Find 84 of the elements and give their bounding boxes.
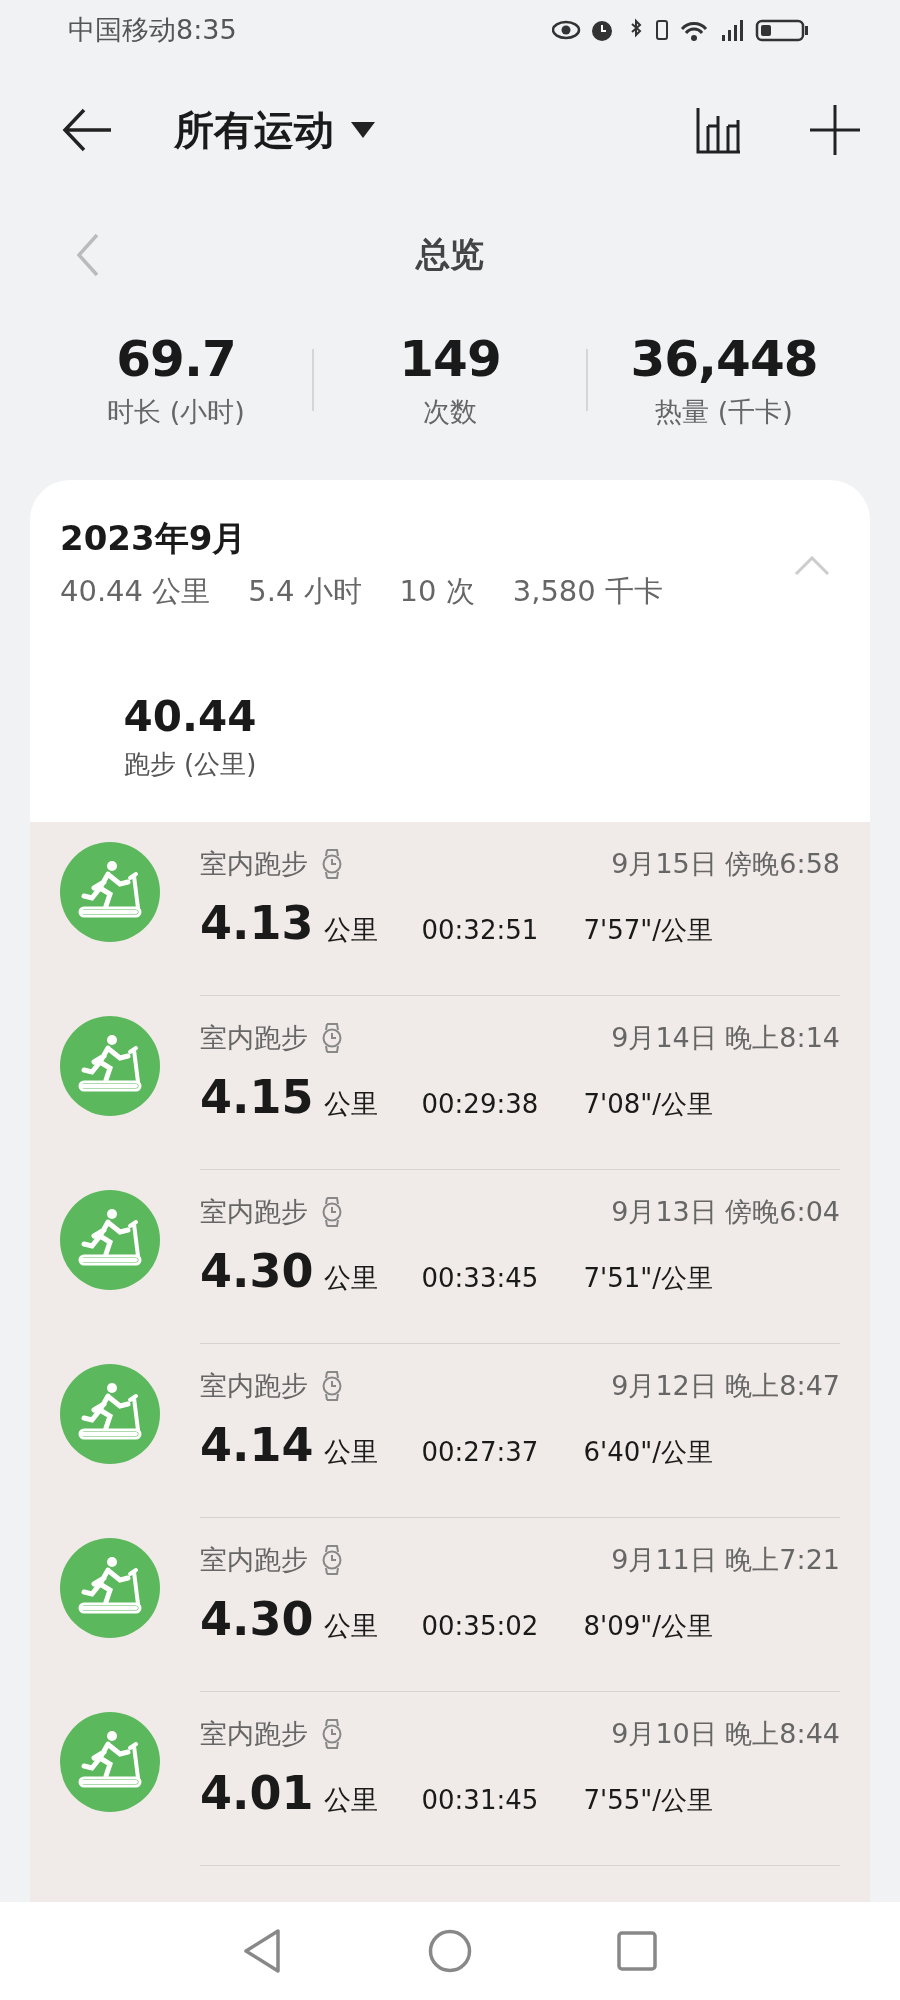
vibrate-icon	[656, 20, 668, 40]
watch-icon	[322, 1545, 342, 1575]
battery-icon	[755, 19, 808, 42]
workout-row[interactable]: 室内跑步 9月12日 晚上8:47 4.14 公里 00:27:37 6'40"/公里	[30, 1344, 870, 1518]
treadmill-runner-icon	[60, 842, 160, 942]
treadmill-runner-icon	[60, 1538, 160, 1638]
workout-row[interactable]: 室内跑步 9月15日 傍晚6:58 4.13 公里 00:32:51 7'57"/公里	[30, 822, 870, 996]
stat-value: 36,448	[630, 330, 818, 388]
total-label: 跑步 (公里)	[123, 748, 257, 781]
workout-date: 9月13日 傍晚6:04	[611, 1195, 840, 1229]
workout-type: 室内跑步	[200, 1717, 308, 1751]
wifi-icon	[680, 22, 708, 41]
dropdown-triangle-icon[interactable]	[350, 121, 376, 139]
status-carrier-time: 中国移动8:35	[68, 13, 237, 47]
workout-date: 9月15日 傍晚6:58	[611, 847, 840, 881]
page-title[interactable]: 所有运动	[174, 102, 334, 158]
workout-duration: 00:27:37	[421, 1437, 540, 1467]
workout-row[interactable]: 室内跑步 9月14日 晚上8:14 4.15 公里 00:29:38 7'08"/公里	[30, 996, 870, 1170]
alarm-icon	[592, 21, 612, 41]
workout-distance: 4.14	[200, 1418, 314, 1472]
watch-icon	[322, 1719, 342, 1749]
workout-distance: 4.13	[200, 896, 314, 950]
treadmill-runner-icon	[60, 1712, 160, 1812]
watch-icon	[322, 1023, 342, 1053]
workout-distance: 4.01	[200, 1766, 314, 1820]
distance-unit: 公里	[323, 913, 379, 947]
distance-unit: 公里	[323, 1435, 379, 1469]
workout-type: 室内跑步	[200, 1543, 308, 1577]
bar-chart-icon[interactable]	[696, 106, 742, 154]
workout-row[interactable]: 室内跑步 9月10日 晚上8:44 4.01 公里 00:31:45 7'55"/公里	[30, 1692, 870, 1866]
workout-distance: 4.30	[200, 1592, 314, 1646]
workout-pace: 6'40"/公里	[583, 1436, 713, 1469]
month-summary: 40.44 公里	[60, 573, 211, 610]
stat-value: 149	[399, 330, 501, 388]
signal-icon	[722, 20, 743, 41]
workout-date: 9月12日 晚上8:47	[611, 1369, 840, 1403]
overview-title: 总览	[416, 233, 484, 276]
treadmill-runner-icon	[60, 1016, 160, 1116]
month-title: 2023年9月	[60, 517, 248, 560]
watch-icon	[322, 849, 342, 879]
back-triangle-icon[interactable]	[243, 1928, 283, 1974]
workout-duration: 00:31:45	[421, 1785, 540, 1815]
workout-row[interactable]: 室内跑步 9月11日 晚上7:21 4.30 公里 00:35:02 8'09"/公里	[30, 1518, 870, 1692]
eye-icon	[552, 20, 581, 40]
workout-pace: 7'57"/公里	[583, 914, 713, 947]
month-summary: 5.4 小时	[248, 573, 362, 610]
workout-date: 9月11日 晚上7:21	[611, 1543, 840, 1577]
workout-date: 9月10日 晚上8:44	[611, 1717, 840, 1751]
workout-pace: 7'55"/公里	[583, 1784, 713, 1817]
distance-unit: 公里	[323, 1783, 379, 1817]
recent-apps-square-icon[interactable]	[617, 1931, 657, 1971]
workout-row[interactable]: 室内跑步 9月13日 傍晚6:04 4.30 公里 00:33:45 7'51"/公里	[30, 1170, 870, 1344]
workout-pace: 8'09"/公里	[583, 1610, 713, 1643]
workout-distance: 4.15	[200, 1070, 314, 1124]
workout-duration: 00:33:45	[421, 1263, 540, 1293]
workout-pace: 7'51"/公里	[583, 1262, 713, 1295]
watch-icon	[322, 1371, 342, 1401]
distance-unit: 公里	[323, 1261, 379, 1295]
workout-duration: 00:29:38	[421, 1089, 540, 1119]
workout-type: 室内跑步	[200, 1369, 308, 1403]
treadmill-runner-icon	[60, 1364, 160, 1464]
workout-type: 室内跑步	[200, 1195, 308, 1229]
workout-duration: 00:32:51	[421, 915, 540, 945]
workout-type: 室内跑步	[200, 847, 308, 881]
workout-duration: 00:35:02	[421, 1611, 540, 1641]
total-value: 40.44	[123, 692, 257, 741]
stat-value: 69.7	[116, 330, 236, 388]
stat-label: 热量 (千卡)	[655, 395, 793, 429]
workout-distance: 4.30	[200, 1244, 314, 1298]
workout-pace: 7'08"/公里	[583, 1088, 713, 1121]
home-circle-icon[interactable]	[428, 1929, 472, 1973]
treadmill-runner-icon	[60, 1190, 160, 1290]
month-summary: 3,580 千卡	[512, 573, 663, 610]
workout-date: 9月14日 晚上8:14	[611, 1021, 840, 1055]
stat-label: 时长 (小时)	[107, 395, 245, 429]
workout-type: 室内跑步	[200, 1021, 308, 1055]
back-arrow-icon[interactable]	[62, 107, 112, 153]
watch-icon	[322, 1197, 342, 1227]
bluetooth-icon	[631, 18, 642, 38]
distance-unit: 公里	[323, 1087, 379, 1121]
month-summary: 10 次	[399, 573, 475, 610]
distance-unit: 公里	[323, 1609, 379, 1643]
add-icon[interactable]	[810, 105, 860, 155]
stat-label: 次数	[423, 395, 477, 429]
